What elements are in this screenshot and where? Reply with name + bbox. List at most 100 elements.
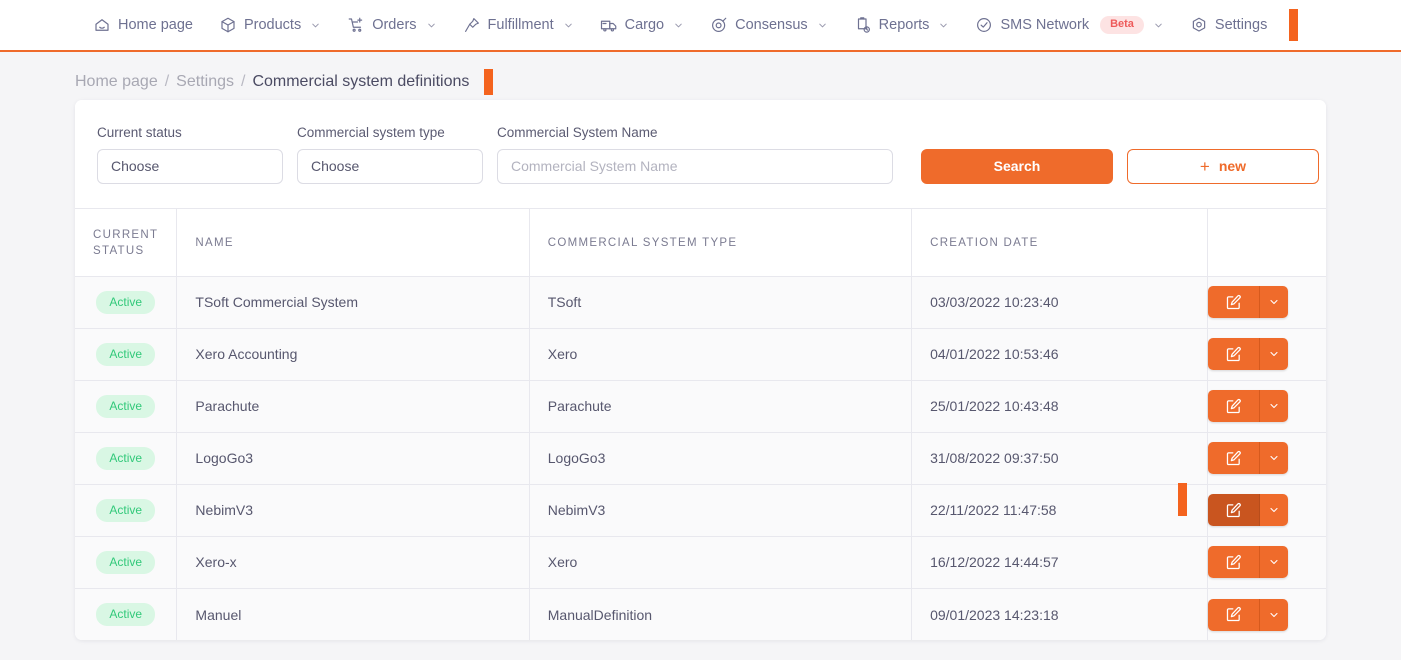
chevron-down-icon[interactable] xyxy=(1260,390,1289,423)
home-icon xyxy=(93,16,111,34)
current-status-select[interactable]: Choose xyxy=(97,148,283,184)
nav-label: Orders xyxy=(372,16,417,33)
breadcrumb-settings[interactable]: Settings xyxy=(176,73,234,91)
check-circle-icon xyxy=(975,16,993,34)
edit-icon[interactable] xyxy=(1208,442,1261,475)
chevron-down-icon[interactable] xyxy=(1260,338,1289,371)
chevron-down-icon[interactable] xyxy=(673,20,684,31)
breadcrumb-home-page[interactable]: Home page xyxy=(75,73,158,91)
nav-label: Cargo xyxy=(624,16,665,33)
nav-label: SMS Network xyxy=(1000,16,1090,33)
row-action-split-button[interactable] xyxy=(1208,494,1289,527)
edit-icon[interactable] xyxy=(1208,338,1261,371)
cell-commercial-system-type: Xero xyxy=(529,328,913,381)
table-row[interactable]: Active NebimV3 NebimV3 22/11/2022 11:47:58 xyxy=(75,483,1326,537)
cell-actions xyxy=(1207,588,1326,641)
row-action-split-button[interactable] xyxy=(1208,286,1289,319)
cell-commercial-system-type: Xero xyxy=(529,536,913,589)
new-button[interactable]: + new xyxy=(1127,148,1319,184)
cell-commercial-system-type: ManualDefinition xyxy=(529,588,913,641)
header-line-1: CURRENT xyxy=(93,228,159,241)
table-row[interactable]: Active Xero-x Xero 16/12/2022 14:44:57 xyxy=(75,536,1326,589)
row-action-split-button[interactable] xyxy=(1208,338,1289,371)
field-label: Commercial system type xyxy=(297,125,445,140)
hexagon-gear-icon xyxy=(1190,16,1208,34)
cell-current-status: Active xyxy=(75,328,178,381)
edit-icon[interactable] xyxy=(1208,286,1261,319)
cell-actions xyxy=(1207,328,1326,381)
cell-actions xyxy=(1207,276,1326,329)
nav-item-home-page[interactable]: Home page xyxy=(80,0,206,51)
chevron-down-icon[interactable] xyxy=(817,20,828,31)
nav-label: Products xyxy=(243,16,302,33)
column-header-name[interactable]: NAME xyxy=(176,207,530,277)
nav-item-orders[interactable]: Orders xyxy=(334,0,449,51)
nav-item-fulfillment[interactable]: Fulfillment xyxy=(450,0,587,51)
status-badge: Active xyxy=(96,550,156,574)
cell-current-status: Active xyxy=(75,380,178,433)
commercial-system-type-select[interactable]: Choose xyxy=(297,148,483,184)
cell-name: NebimV3 xyxy=(176,484,530,537)
edit-icon[interactable] xyxy=(1208,494,1261,527)
table-row[interactable]: Active Xero Accounting Xero 04/01/2022 10:5… xyxy=(75,328,1326,381)
chevron-down-icon[interactable] xyxy=(1260,442,1289,475)
row-action-split-button[interactable] xyxy=(1208,390,1289,423)
column-header-creation-date[interactable]: CREATION DATE xyxy=(911,207,1209,277)
chevron-down-icon[interactable] xyxy=(938,20,949,31)
row-action-split-button[interactable] xyxy=(1208,546,1289,579)
table-row[interactable]: Active Parachute Parachute 25/01/2022 10:43… xyxy=(75,380,1326,433)
column-header-commercial-system-type[interactable]: COMMERCIAL SYSTEM TYPE xyxy=(529,207,913,277)
cell-actions xyxy=(1178,483,1326,537)
chevron-down-icon[interactable] xyxy=(563,20,574,31)
chevron-down-icon[interactable] xyxy=(1260,598,1289,631)
target-icon xyxy=(710,16,728,34)
cell-name: TSoft Commercial System xyxy=(176,276,530,329)
table-row[interactable]: Active LogoGo3 LogoGo3 31/08/2022 09:37:50 xyxy=(75,432,1326,485)
cell-creation-date: 04/01/2022 10:53:46 xyxy=(911,328,1209,381)
commercial-system-name-input[interactable]: Commercial System Name xyxy=(497,148,893,184)
status-badge: Active xyxy=(96,342,156,366)
table-row[interactable]: Active Manuel ManualDefinition 09/01/2023 1… xyxy=(75,588,1326,641)
edit-icon[interactable] xyxy=(1208,390,1261,423)
chevron-down-icon[interactable] xyxy=(1260,286,1289,319)
nav-label: Consensus xyxy=(735,16,808,33)
nav-item-reports[interactable]: Reports xyxy=(841,0,963,51)
nav-item-sms-network[interactable]: SMS Network Beta xyxy=(962,0,1176,51)
chevron-down-icon[interactable] xyxy=(1260,546,1289,579)
cell-name: Parachute xyxy=(176,380,530,433)
cell-current-status: Active xyxy=(75,588,178,641)
search-button[interactable]: Search xyxy=(921,148,1113,184)
select-value: Choose xyxy=(111,158,160,174)
edit-icon[interactable] xyxy=(1208,546,1261,579)
cell-creation-date: 25/01/2022 10:43:48 xyxy=(911,380,1209,433)
table-body: Active TSoft Commercial System TSoft 03/03/… xyxy=(75,276,1326,641)
chevron-down-icon[interactable] xyxy=(1153,20,1164,31)
field-current-status: Current status Choose xyxy=(97,126,283,184)
nav-item-cargo[interactable]: Cargo xyxy=(587,0,698,51)
chevron-down-icon[interactable] xyxy=(426,20,437,31)
plus-icon: + xyxy=(1199,156,1210,176)
table-head: CURRENT STATUS NAME COMMERCIAL SYSTEM TY… xyxy=(75,207,1326,277)
chevron-down-icon[interactable] xyxy=(310,20,321,31)
table-row[interactable]: Active TSoft Commercial System TSoft 03/03/… xyxy=(75,276,1326,329)
cell-current-status: Active xyxy=(75,484,178,537)
chevron-down-icon[interactable] xyxy=(1260,494,1289,527)
edit-icon[interactable] xyxy=(1208,598,1261,631)
cell-name: Xero Accounting xyxy=(176,328,530,381)
column-header-current-status[interactable]: CURRENT STATUS xyxy=(75,207,178,277)
row-action-split-button[interactable] xyxy=(1208,598,1289,631)
nav-item-consensus[interactable]: Consensus xyxy=(697,0,841,51)
cell-commercial-system-type: LogoGo3 xyxy=(529,432,913,485)
cell-name: LogoGo3 xyxy=(176,432,530,485)
cell-creation-date: 16/12/2022 14:44:57 xyxy=(911,536,1209,589)
nav-label: Fulfillment xyxy=(487,16,554,33)
nav-item-settings[interactable]: Settings xyxy=(1177,0,1280,51)
status-badge: Active xyxy=(96,498,156,522)
nav-item-products[interactable]: Products xyxy=(206,0,334,51)
status-badge: Active xyxy=(96,603,156,627)
cell-commercial-system-type: Parachute xyxy=(529,380,913,433)
filter-actions: Search + new xyxy=(921,148,1319,184)
row-action-split-button[interactable] xyxy=(1208,442,1289,475)
cursor-marker-row xyxy=(1178,483,1188,517)
cell-creation-date: 22/11/2022 11:47:58 xyxy=(911,484,1209,537)
